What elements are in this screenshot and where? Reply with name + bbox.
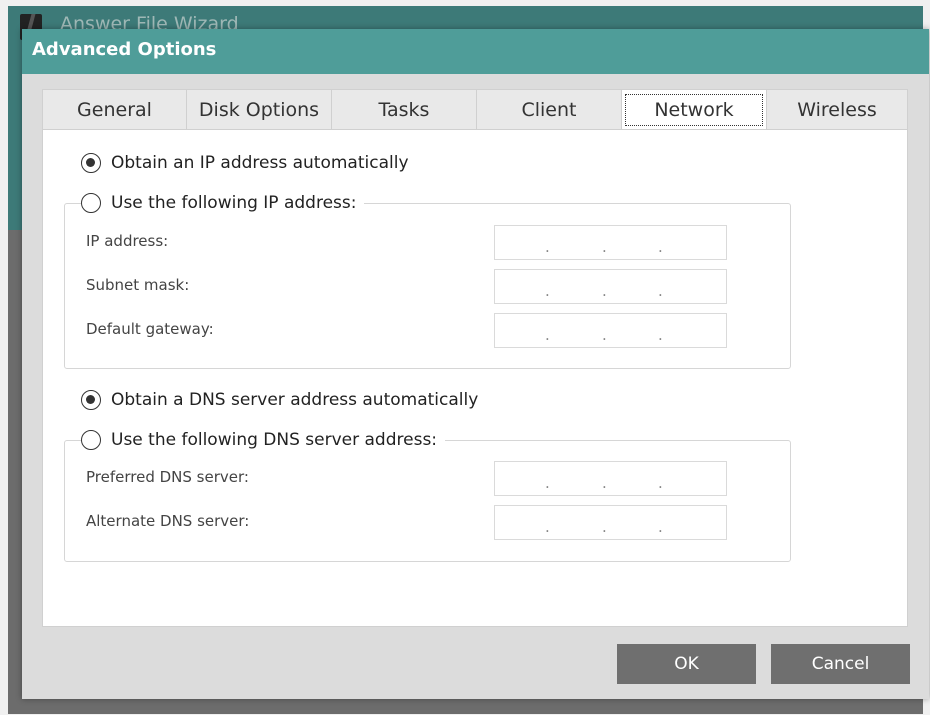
ip-dot: . xyxy=(602,474,607,492)
ip-dot: . xyxy=(545,282,550,300)
tab-tasks[interactable]: Tasks xyxy=(331,89,477,129)
ip-dot: . xyxy=(545,326,550,344)
advanced-options-dialog: Advanced Options General Disk Options Ta… xyxy=(22,29,929,699)
subnet-mask-label: Subnet mask: xyxy=(86,276,190,294)
ip-dot: . xyxy=(602,518,607,536)
ip-dot: . xyxy=(602,238,607,256)
ip-dot: . xyxy=(545,238,550,256)
preferred-dns-label: Preferred DNS server: xyxy=(86,468,249,486)
tab-network[interactable]: Network xyxy=(621,89,767,130)
subnet-mask-field[interactable]: . . . xyxy=(494,269,727,304)
ip-dot: . xyxy=(545,518,550,536)
ip-dot: . xyxy=(658,474,663,492)
tab-label: Wireless xyxy=(797,98,877,121)
ip-manual-label: Use the following IP address: xyxy=(111,193,357,213)
dns-manual-radio[interactable] xyxy=(81,430,101,450)
tab-label: Client xyxy=(521,98,577,121)
network-tab-panel: Obtain an IP address automatically Use t… xyxy=(42,129,908,627)
dns-server-group xyxy=(64,440,791,562)
ip-address-field[interactable]: . . . xyxy=(494,225,727,260)
default-gateway-field[interactable]: . . . xyxy=(494,313,727,348)
ip-auto-radio[interactable] xyxy=(81,153,101,173)
ip-manual-radio[interactable] xyxy=(81,193,101,213)
tab-label: General xyxy=(77,98,152,121)
alternate-dns-label: Alternate DNS server: xyxy=(86,512,250,530)
tab-general[interactable]: General xyxy=(42,89,187,129)
ip-dot: . xyxy=(658,282,663,300)
tab-disk-options[interactable]: Disk Options xyxy=(186,89,332,129)
ip-manual-radio-row[interactable]: Use the following IP address: xyxy=(81,193,365,213)
dialog-title: Advanced Options xyxy=(32,39,217,60)
dns-auto-radio-row[interactable]: Obtain a DNS server address automaticall… xyxy=(81,390,487,410)
ip-auto-radio-row[interactable]: Obtain an IP address automatically xyxy=(81,153,417,173)
ip-dot: . xyxy=(545,474,550,492)
ip-dot: . xyxy=(602,282,607,300)
ip-dot: . xyxy=(658,238,663,256)
ip-dot: . xyxy=(658,518,663,536)
tab-label: Disk Options xyxy=(198,98,320,121)
ip-address-label: IP address: xyxy=(86,232,169,250)
preferred-dns-field[interactable]: . . . xyxy=(494,461,727,496)
dialog-titlebar[interactable]: Advanced Options xyxy=(22,29,929,74)
dns-auto-radio[interactable] xyxy=(81,390,101,410)
tab-wireless[interactable]: Wireless xyxy=(766,89,908,129)
dns-manual-radio-row[interactable]: Use the following DNS server address: xyxy=(81,430,446,450)
tab-client[interactable]: Client xyxy=(476,89,622,129)
tab-strip: General Disk Options Tasks Client Networ… xyxy=(42,89,908,130)
dns-manual-label: Use the following DNS server address: xyxy=(111,430,438,450)
ip-auto-label: Obtain an IP address automatically xyxy=(111,153,409,173)
ip-dot: . xyxy=(658,326,663,344)
ip-dot: . xyxy=(602,326,607,344)
tab-label: Network xyxy=(625,94,763,126)
default-gateway-label: Default gateway: xyxy=(86,320,214,338)
cancel-button[interactable]: Cancel xyxy=(771,644,910,684)
dns-auto-label: Obtain a DNS server address automaticall… xyxy=(111,390,479,410)
alternate-dns-field[interactable]: . . . xyxy=(494,505,727,540)
ok-button[interactable]: OK xyxy=(617,644,756,684)
tab-label: Tasks xyxy=(378,98,430,121)
